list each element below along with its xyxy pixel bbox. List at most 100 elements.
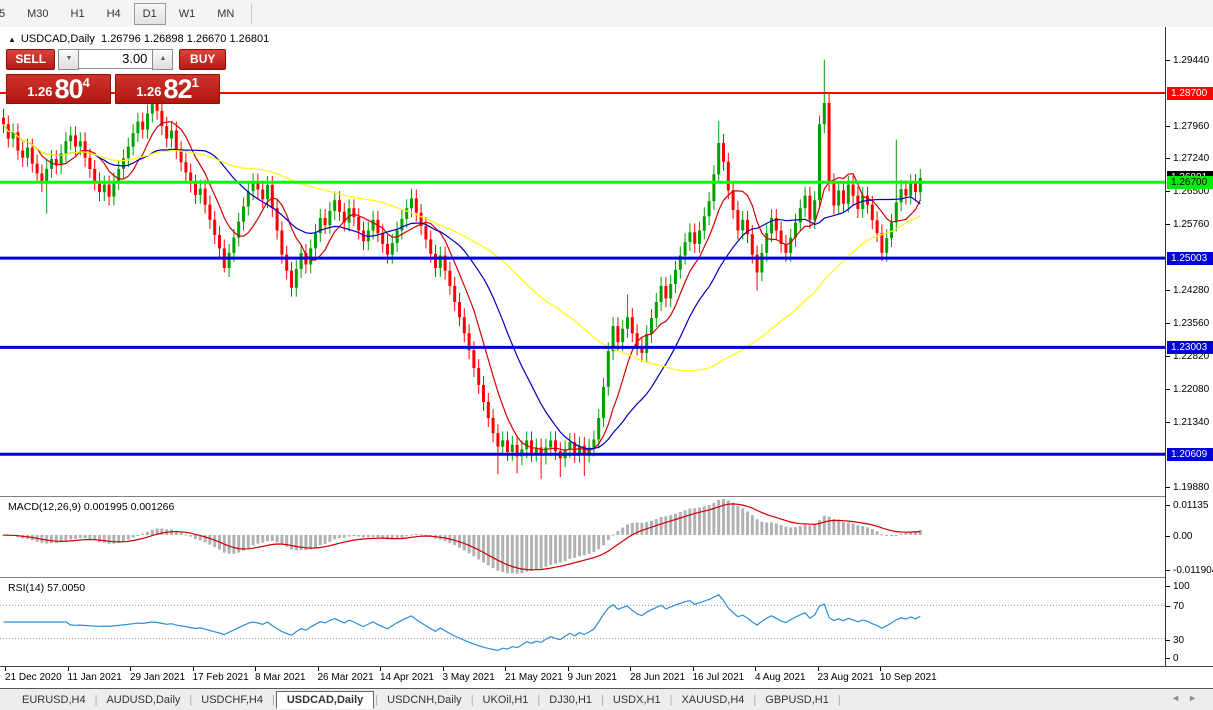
macd-histogram-bar bbox=[559, 535, 562, 563]
price-tick-label: 1.21340 bbox=[1166, 416, 1213, 428]
macd-histogram-bar bbox=[290, 535, 293, 549]
macd-histogram-bar bbox=[468, 535, 471, 553]
macd-histogram-bar bbox=[160, 529, 163, 536]
macd-histogram-bar bbox=[794, 527, 797, 535]
macd-histogram-bar bbox=[583, 535, 586, 555]
macd-histogram-bar bbox=[674, 514, 677, 535]
candle-body bbox=[146, 114, 149, 130]
macd-histogram-bar bbox=[626, 524, 629, 535]
timeframe-button-5[interactable]: 5 bbox=[0, 3, 14, 25]
candle-body bbox=[842, 190, 845, 203]
level-price-label: 1.25003 bbox=[1167, 252, 1213, 265]
macd-histogram-bar bbox=[189, 535, 192, 537]
candle-body bbox=[708, 201, 711, 216]
macd-histogram-bar bbox=[271, 535, 274, 541]
candle-body bbox=[74, 135, 77, 146]
timeframe-button-mn[interactable]: MN bbox=[208, 3, 243, 25]
macd-histogram-bar bbox=[842, 522, 845, 535]
tab-scroll-left-icon[interactable]: ◄ bbox=[1171, 693, 1188, 703]
sell-price-display[interactable]: 1.26 80 4 bbox=[6, 74, 111, 104]
chart-tab-usdchf[interactable]: USDCHF,H4 bbox=[193, 691, 271, 709]
timeframe-button-h1[interactable]: H1 bbox=[62, 3, 94, 25]
timeframe-button-h4[interactable]: H4 bbox=[98, 3, 130, 25]
macd-histogram-bar bbox=[756, 519, 759, 535]
macd-histogram-bar bbox=[232, 535, 235, 554]
date-axis[interactable]: 21 Dec 202011 Jan 202129 Jan 202117 Feb … bbox=[0, 667, 1213, 688]
macd-histogram-bar bbox=[573, 535, 576, 558]
timeframe-button-m30[interactable]: M30 bbox=[18, 3, 57, 25]
macd-histogram-bar bbox=[127, 535, 130, 540]
buy-price-prefix: 1.26 bbox=[136, 82, 161, 102]
price-tick-text: 1.27240 bbox=[1173, 153, 1209, 164]
chart-tab-usdx[interactable]: USDX,H1 bbox=[605, 691, 669, 709]
macd-histogram-bar bbox=[770, 523, 773, 536]
volume-increase-button[interactable]: ▲ bbox=[152, 49, 173, 70]
candle-body bbox=[333, 200, 336, 211]
macd-signal-line bbox=[4, 504, 921, 570]
candle-body bbox=[64, 141, 67, 153]
date-label: 21 Dec 2020 bbox=[5, 672, 62, 683]
candle-body bbox=[818, 124, 821, 200]
price-axis[interactable]: 1.294401.279601.272401.265001.257601.242… bbox=[1165, 27, 1213, 666]
macd-histogram-bar bbox=[74, 535, 77, 539]
date-label: 16 Jul 2021 bbox=[693, 672, 745, 683]
volume-decrease-button[interactable]: ▼ bbox=[58, 49, 79, 70]
rsi-panel-canvas bbox=[0, 578, 1165, 666]
buy-price-display[interactable]: 1.26 82 1 bbox=[115, 74, 220, 104]
sell-button[interactable]: SELL bbox=[6, 49, 55, 70]
date-tick bbox=[193, 667, 194, 671]
candle-body bbox=[132, 133, 135, 146]
macd-histogram-bar bbox=[736, 506, 739, 535]
price-tick-dash bbox=[1166, 487, 1170, 488]
date-tick bbox=[693, 667, 694, 671]
chart-tab-usdcnh[interactable]: USDCNH,Daily bbox=[379, 691, 470, 709]
chart-tab-eurusd[interactable]: EURUSD,H4 bbox=[14, 691, 94, 709]
macd-tick-dash bbox=[1166, 536, 1170, 537]
macd-histogram-bar bbox=[247, 535, 250, 548]
macd-histogram-bar bbox=[324, 535, 327, 544]
price-tick-text: 1.21340 bbox=[1173, 417, 1209, 428]
macd-histogram-bar bbox=[309, 535, 312, 549]
tab-scroll-right-icon[interactable]: ► bbox=[1188, 693, 1205, 703]
candle-body bbox=[151, 103, 154, 114]
macd-histogram-bar bbox=[890, 535, 893, 536]
candle-body bbox=[837, 190, 840, 205]
timeframe-button-w1[interactable]: W1 bbox=[170, 3, 205, 25]
timeframe-button-d1[interactable]: D1 bbox=[134, 3, 166, 25]
chart-tab-ukoil[interactable]: UKOil,H1 bbox=[475, 691, 537, 709]
chart-tab-dj30[interactable]: DJ30,H1 bbox=[541, 691, 600, 709]
chart-title: ▲USDCAD,Daily 1.26796 1.26898 1.26670 1.… bbox=[8, 33, 269, 45]
candle-body bbox=[415, 198, 418, 212]
candle-body bbox=[597, 418, 600, 439]
macd-histogram-bar bbox=[904, 533, 907, 535]
candle-body bbox=[103, 185, 106, 193]
macd-histogram-bar bbox=[367, 535, 370, 538]
candle-body bbox=[592, 440, 595, 448]
date-label: 11 Jan 2021 bbox=[68, 672, 122, 683]
candle-body bbox=[626, 317, 629, 329]
macd-tick-text: 0.00 bbox=[1173, 531, 1192, 542]
one-click-trading-panel: SELL ▼ 3.00 ▲ BUY 1.26 80 4 1.26 82 1 bbox=[6, 49, 226, 104]
macd-tick-text: -0.011904 bbox=[1173, 565, 1213, 576]
macd-histogram-bar bbox=[151, 530, 154, 535]
macd-histogram-bar bbox=[804, 525, 807, 535]
candle-body bbox=[847, 185, 850, 204]
collapse-icon[interactable]: ▲ bbox=[8, 35, 16, 44]
chart-tab-audusd[interactable]: AUDUSD,Daily bbox=[98, 691, 188, 709]
chart-tab-xauusd[interactable]: XAUUSD,H4 bbox=[673, 691, 752, 709]
candle-body bbox=[194, 184, 197, 195]
date-label: 9 Jun 2021 bbox=[568, 672, 618, 683]
volume-input[interactable]: 3.00 bbox=[79, 49, 152, 69]
price-tick-dash bbox=[1166, 422, 1170, 423]
chart-tab-gbpusd[interactable]: GBPUSD,H1 bbox=[757, 691, 837, 709]
candle-body bbox=[175, 131, 178, 151]
candle-body bbox=[69, 135, 72, 141]
candle-body bbox=[2, 118, 5, 125]
candle-body bbox=[21, 151, 24, 158]
buy-button[interactable]: BUY bbox=[179, 49, 226, 70]
macd-histogram-bar bbox=[775, 523, 778, 535]
candle-body bbox=[693, 232, 696, 244]
macd-histogram-bar bbox=[568, 535, 571, 559]
date-tick bbox=[5, 667, 6, 671]
chart-tab-usdcad[interactable]: USDCAD,Daily bbox=[276, 691, 374, 709]
